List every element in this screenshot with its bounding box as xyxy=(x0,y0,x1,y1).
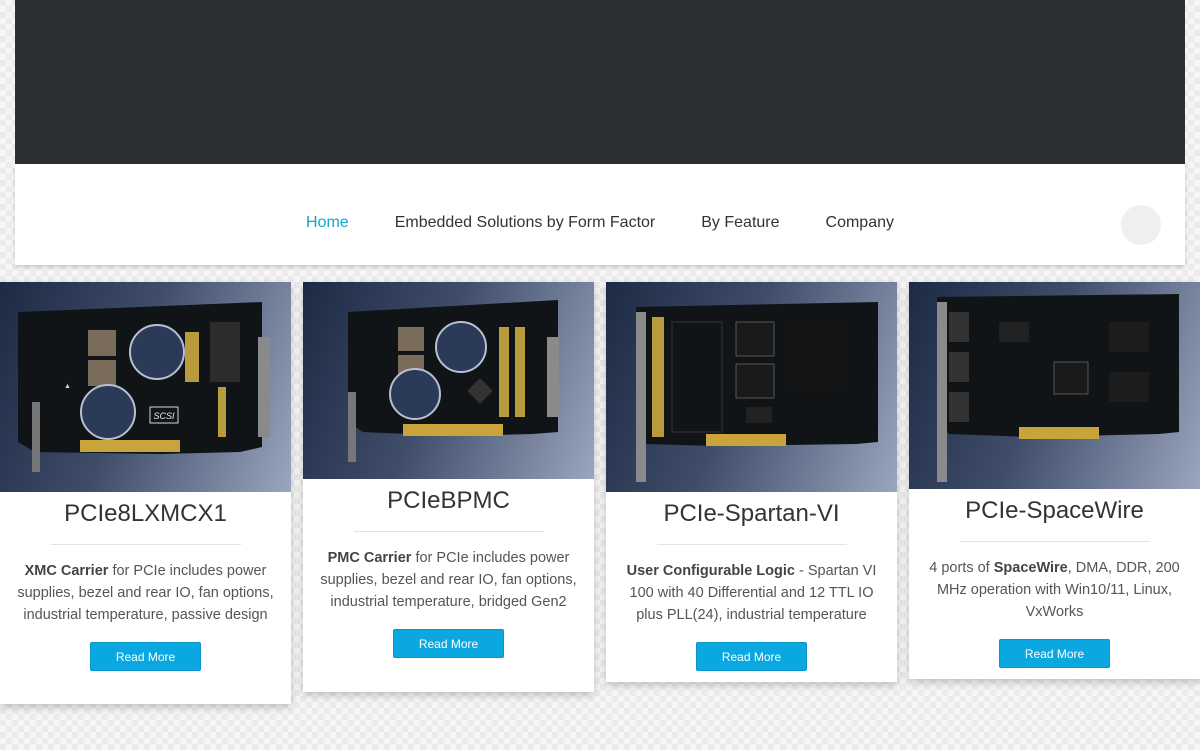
header-banner xyxy=(15,0,1185,164)
product-description: XMC Carrier for PCIe includes power supp… xyxy=(0,560,291,626)
title-divider xyxy=(656,544,847,545)
product-description: PMC Carrier for PCIe includes power supp… xyxy=(303,547,594,613)
description-highlight: XMC Carrier xyxy=(24,563,109,579)
product-card-pcie-spartan-vi: PCIe-Spartan-VI User Configurable Logic … xyxy=(606,282,897,682)
description-highlight: User Configurable Logic xyxy=(626,563,795,579)
read-more-button[interactable]: Read More xyxy=(90,642,201,671)
product-title: PCIe8LXMCX1 xyxy=(64,500,227,527)
product-card-pcie8lxmcx1: SCSI ▲ PCIe8LXMCX1 XMC Carrier for PCIe … xyxy=(0,282,291,704)
nav-menu: Home Embedded Solutions by Form Factor B… xyxy=(15,214,1185,232)
nav-item-by-feature[interactable]: By Feature xyxy=(701,214,779,232)
nav-item-home[interactable]: Home xyxy=(306,214,349,232)
title-divider xyxy=(50,544,241,545)
product-description: 4 ports of SpaceWire, DMA, DDR, 200 MHz … xyxy=(909,557,1200,623)
product-image-pciebpmc[interactable] xyxy=(303,282,594,479)
nav-item-company[interactable]: Company xyxy=(826,214,894,232)
main-navbar: Home Embedded Solutions by Form Factor B… xyxy=(15,164,1185,265)
product-card-pcie-spacewire: PCIe-SpaceWire 4 ports of SpaceWire, DMA… xyxy=(909,282,1200,679)
product-description: User Configurable Logic - Spartan VI 100… xyxy=(606,560,897,626)
product-image-pcie-spacewire[interactable] xyxy=(909,282,1200,489)
product-title: PCIe-SpaceWire xyxy=(965,497,1144,524)
product-title: PCIeBPMC xyxy=(387,487,510,514)
product-image-pcie-spartan-vi[interactable] xyxy=(606,282,897,492)
nav-item-embedded-solutions[interactable]: Embedded Solutions by Form Factor xyxy=(395,214,656,232)
read-more-button[interactable]: Read More xyxy=(696,642,807,671)
product-image-pcie8lxmcx1[interactable]: SCSI ▲ xyxy=(0,282,291,492)
product-card-pciebpmc: PCIeBPMC PMC Carrier for PCIe includes p… xyxy=(303,282,594,692)
search-icon[interactable] xyxy=(1121,205,1161,245)
title-divider xyxy=(353,531,544,532)
svg-text:▲: ▲ xyxy=(64,383,71,390)
read-more-button[interactable]: Read More xyxy=(999,639,1110,668)
product-title: PCIe-Spartan-VI xyxy=(663,500,840,527)
description-text-pre: 4 ports of xyxy=(929,560,994,576)
title-divider xyxy=(959,541,1150,542)
board-silkscreen-label: SCSI xyxy=(153,411,175,421)
read-more-button[interactable]: Read More xyxy=(393,629,504,658)
description-highlight: PMC Carrier xyxy=(327,550,412,566)
description-highlight: SpaceWire xyxy=(993,560,1068,576)
